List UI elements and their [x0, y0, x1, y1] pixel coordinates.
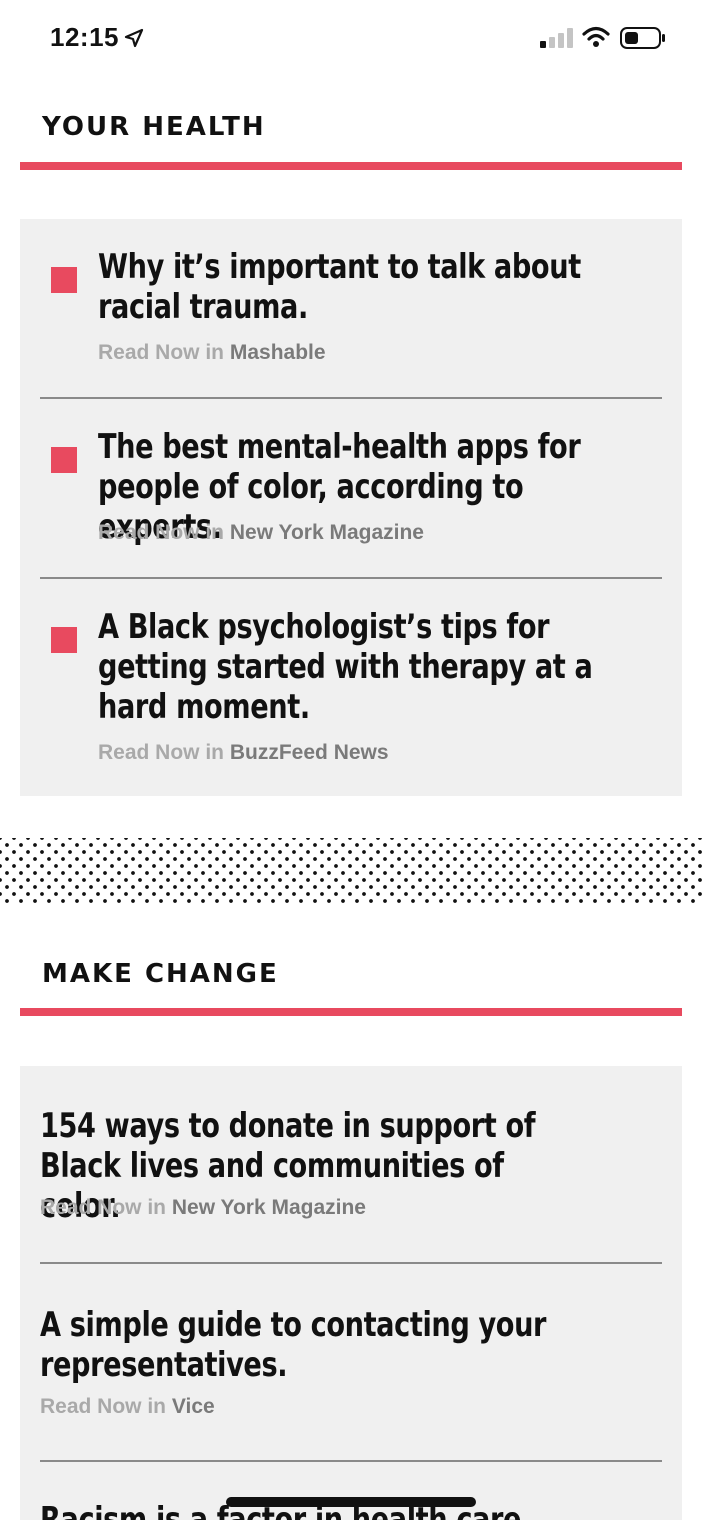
- article-source: Read Now in Mashable: [98, 341, 326, 365]
- divider: [40, 1262, 662, 1264]
- read-now-label: Read Now in: [98, 741, 225, 764]
- status-time: 12:15: [50, 22, 119, 52]
- article-headline[interactable]: Why it’s important to talk about racial …: [98, 247, 650, 327]
- article-headline[interactable]: A Black psychologist’s tips for getting …: [98, 607, 650, 727]
- divider: [40, 397, 662, 399]
- battery-icon: [620, 27, 665, 49]
- read-now-label: Read Now in: [40, 1395, 167, 1418]
- publisher-name[interactable]: Mashable: [230, 341, 326, 364]
- article-item[interactable]: Why it’s important to talk about racial …: [40, 247, 662, 367]
- divider: [40, 1460, 662, 1462]
- article-item[interactable]: The best mental-health apps for people o…: [40, 427, 662, 547]
- section-title-make-change: MAKE CHANGE: [42, 959, 279, 989]
- read-now-label: Read Now in: [40, 1196, 167, 1219]
- bullet-marker: [51, 447, 77, 473]
- section-rule: [20, 162, 682, 170]
- article-source: Read Now in Vice: [40, 1395, 215, 1419]
- divider: [40, 577, 662, 579]
- publisher-name[interactable]: New York Magazine: [172, 1196, 366, 1219]
- home-indicator[interactable]: [226, 1497, 476, 1507]
- article-item[interactable]: A Black psychologist’s tips for getting …: [40, 607, 662, 767]
- read-now-label: Read Now in: [98, 521, 225, 544]
- section-rule: [20, 1008, 682, 1016]
- dotted-pattern-divider: [0, 838, 702, 904]
- article-source: Read Now in New York Magazine: [40, 1196, 366, 1220]
- publisher-name[interactable]: BuzzFeed News: [230, 741, 389, 764]
- article-item[interactable]: A simple guide to contacting your repres…: [40, 1305, 662, 1425]
- your-health-card: Why it’s important to talk about racial …: [20, 219, 682, 796]
- bullet-marker: [51, 627, 77, 653]
- article-source: Read Now in New York Magazine: [98, 521, 424, 545]
- status-bar: 12:15: [0, 0, 702, 80]
- read-now-label: Read Now in: [98, 341, 225, 364]
- bullet-marker: [51, 267, 77, 293]
- cellular-signal-icon: [540, 28, 573, 48]
- publisher-name[interactable]: Vice: [172, 1395, 215, 1418]
- publisher-name[interactable]: New York Magazine: [230, 521, 424, 544]
- wifi-icon: [582, 26, 610, 47]
- article-item[interactable]: 154 ways to donate in support of Black l…: [40, 1106, 662, 1226]
- article-source: Read Now in BuzzFeed News: [98, 741, 389, 765]
- location-arrow-icon: [124, 28, 144, 48]
- article-headline[interactable]: A simple guide to contacting your repres…: [40, 1305, 592, 1385]
- section-title-your-health: YOUR HEALTH: [42, 112, 266, 142]
- make-change-card: 154 ways to donate in support of Black l…: [20, 1066, 682, 1520]
